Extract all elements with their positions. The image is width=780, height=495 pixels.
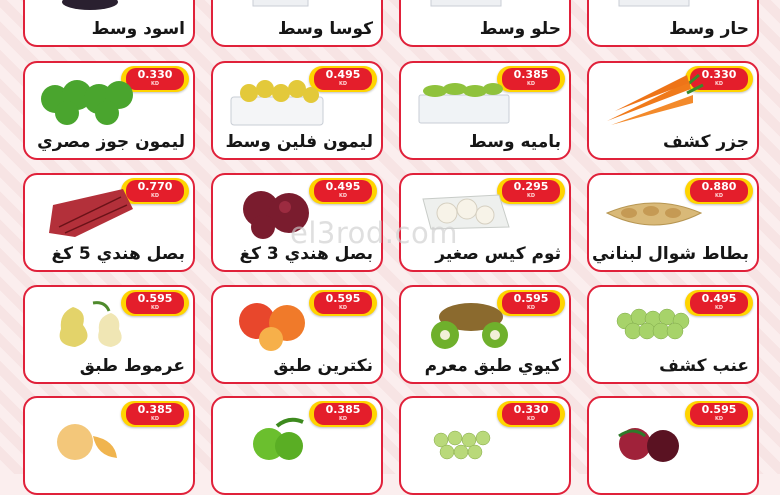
product-name: عنب كشف [659,356,749,376]
watermark: el3rod.com [290,216,458,250]
product-card[interactable]: حار وسط [587,0,759,47]
product-name: بطاط شوال لبناني [591,244,749,264]
onion-bag-icon [49,189,133,237]
product-card[interactable]: 0.770 KD بصل هندي 5 كغ [23,173,195,272]
product-card[interactable]: 0.385 KD [211,396,383,495]
product-card[interactable]: كوسا وسط [211,0,383,47]
product-card[interactable]: 0.385 KD باميه وسط [399,61,571,160]
product-card[interactable]: 0.595 KD كيوي طبق معرم [399,285,571,384]
product-name: ليمون فلين وسط [225,132,373,152]
product-card[interactable]: 0.330 KD [399,396,571,495]
product-name: بصل هندي 5 كغ [51,244,185,264]
product-card[interactable]: 0.495 KD عنب كشف [587,285,759,384]
flyer-background: حار وسط حلو وسط كوسا وسط اسود وسط 0.330 K… [0,0,780,495]
product-card[interactable]: 0.495 KD ليمون فلين وسط [211,61,383,160]
carrot-icon [607,73,704,125]
product-name: عرموط طبق [79,356,185,376]
product-name: حار وسط [669,19,749,39]
product-name: باميه وسط [469,132,561,152]
product-card[interactable]: 0.595 KD نكترين طبق [211,285,383,384]
potato-icon [605,202,703,226]
kiwi-icon [431,303,508,349]
product-card[interactable]: اسود وسط [23,0,195,47]
nectarine-icon [239,303,305,351]
pear-icon [59,301,122,347]
lemon-icon [230,80,324,126]
product-card[interactable]: 0.330 KD ليمون جوز مصري [23,61,195,160]
green-apple-icon [253,417,304,460]
grapes-icon [616,308,690,340]
product-name: كوسا وسط [277,19,373,39]
melon-icon [57,424,117,460]
green-lemon-icon [41,80,133,125]
box-icon [430,0,502,7]
product-card[interactable]: 0.880 KD بطاط شوال لبناني [587,173,759,272]
product-card[interactable]: 0.330 KD جزر كشف [587,61,759,160]
box-icon [618,0,690,7]
product-name: كيوي طبق معرم [424,356,561,376]
green-grapes-icon [433,430,491,460]
eggplant-icon [62,0,118,10]
product-card[interactable]: حلو وسط [399,0,571,47]
product-card[interactable]: 0.385 KD [23,396,195,495]
product-card[interactable]: 0.595 KD عرموط طبق [23,285,195,384]
box-icon [252,0,309,7]
plum-icon [618,428,679,462]
product-name: نكترين طبق [273,356,373,376]
product-card[interactable]: 0.595 KD [587,396,759,495]
product-name: اسود وسط [91,19,185,39]
product-name: جزر كشف [663,132,749,152]
okra-icon [418,83,510,124]
product-name: حلو وسط [479,19,561,39]
product-name: ليمون جوز مصري [37,132,185,152]
